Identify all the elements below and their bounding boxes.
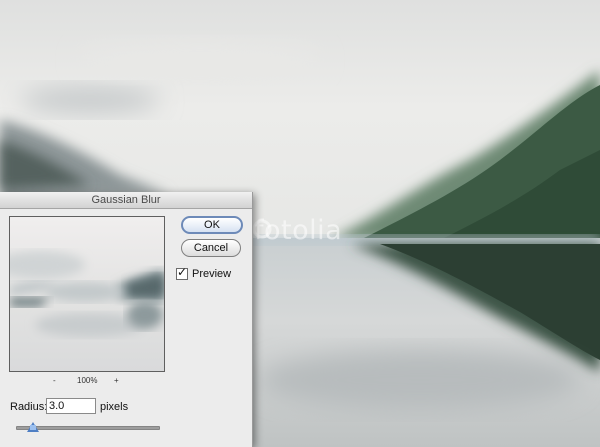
preview-option[interactable]: ✓ Preview: [176, 265, 232, 280]
radius-input[interactable]: 3.0: [46, 398, 96, 414]
zoom-in-button[interactable]: +: [114, 376, 119, 385]
cancel-button[interactable]: Cancel: [181, 239, 241, 257]
radius-slider-thumb[interactable]: [27, 422, 40, 432]
gaussian-blur-dialog: Gaussian Blur - 100% + OK Cancel ✓ Previ…: [0, 192, 253, 447]
preview-label: Preview: [192, 268, 232, 280]
preview-image: [10, 217, 164, 371]
pixels-unit-label: pixels: [100, 401, 129, 413]
preview-thumbnail[interactable]: [9, 216, 165, 372]
ok-button[interactable]: OK: [181, 216, 243, 234]
preview-checkbox[interactable]: ✓: [176, 265, 188, 280]
checkmark-icon: ✓: [177, 265, 188, 279]
radius-label: Radius:: [10, 401, 48, 413]
zoom-level: 100%: [77, 376, 98, 385]
watermark-text: fotolia: [254, 214, 343, 246]
zoom-out-button[interactable]: -: [53, 376, 56, 385]
fotolia-watermark: fotolia: [250, 212, 342, 248]
dialog-title: Gaussian Blur: [0, 192, 252, 209]
